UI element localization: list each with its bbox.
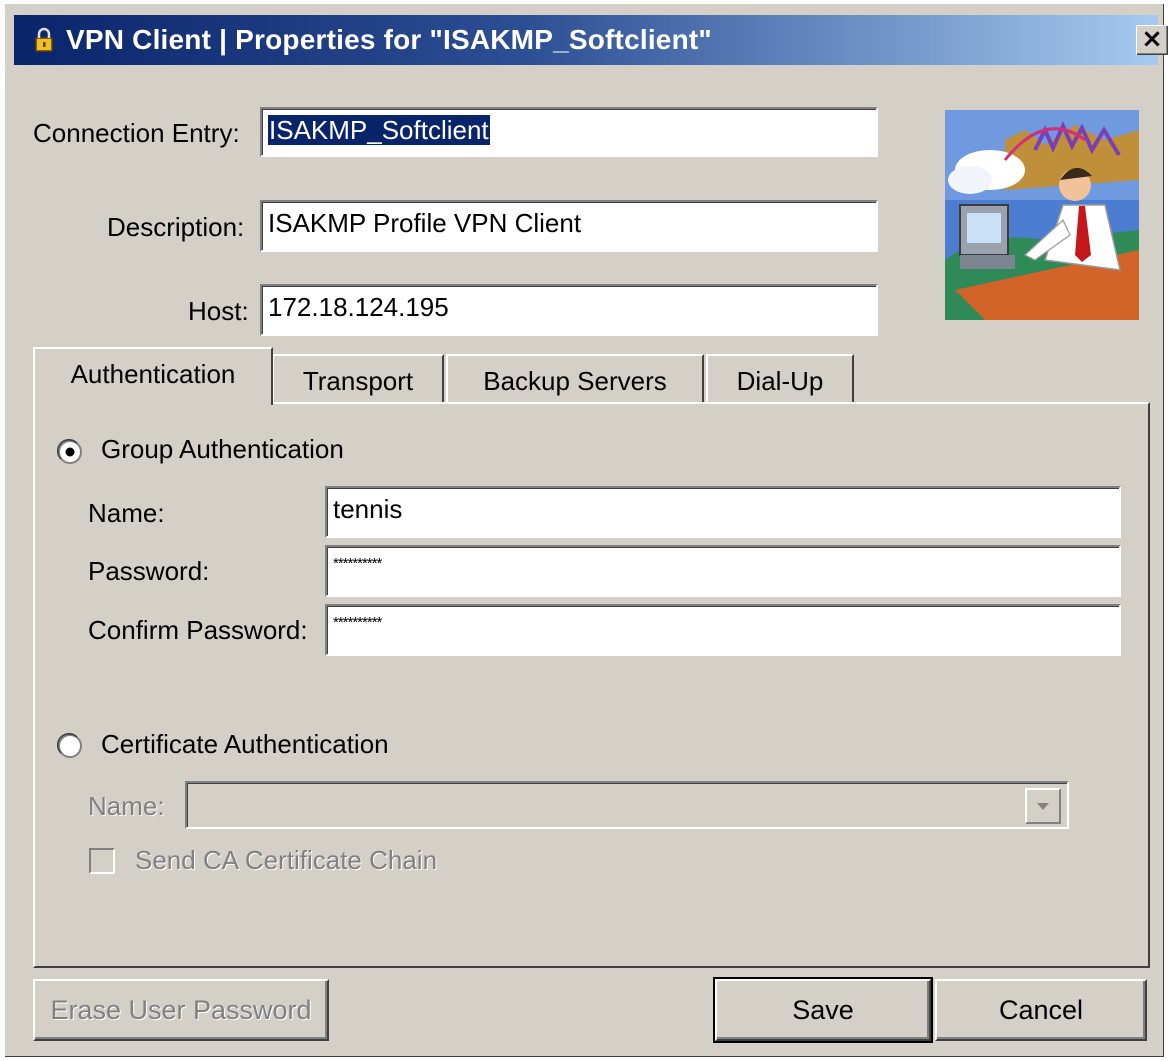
confirm-password-value: ********** <box>333 614 382 631</box>
certificate-auth-radio[interactable] <box>57 733 83 759</box>
tab-dial-up[interactable]: Dial-Up <box>706 354 854 404</box>
connection-entry-input[interactable]: ISAKMP_Softclient <box>260 107 878 157</box>
password-input[interactable]: ********** <box>325 545 1121 597</box>
title-bar[interactable]: VPN Client | Properties for "ISAKMP_Soft… <box>14 15 1168 65</box>
cancel-button[interactable]: Cancel <box>935 979 1147 1041</box>
chevron-down-icon <box>1037 803 1049 810</box>
description-input[interactable]: ISAKMP Profile VPN Client <box>260 200 878 252</box>
save-button[interactable]: Save <box>713 977 933 1043</box>
description-value: ISAKMP Profile VPN Client <box>268 208 582 238</box>
group-auth-label: Group Authentication <box>101 434 344 464</box>
erase-user-password-button[interactable]: Erase User Password <box>33 979 329 1041</box>
tab-authentication-label: Authentication <box>70 359 236 389</box>
group-name-value: tennis <box>333 494 403 524</box>
certificate-name-select[interactable] <box>185 781 1069 829</box>
tab-transport[interactable]: Transport <box>272 354 444 404</box>
confirm-password-input[interactable]: ********** <box>325 604 1121 656</box>
host-label: Host: <box>188 296 249 326</box>
password-value: ********** <box>333 555 382 572</box>
group-name-input[interactable]: tennis <box>325 486 1121 538</box>
send-ca-chain-label: Send CA Certificate Chain <box>135 845 438 875</box>
connection-entry-label: Connection Entry: <box>33 118 240 148</box>
tab-backup-servers[interactable]: Backup Servers <box>446 354 704 404</box>
tab-backup-servers-label: Backup Servers <box>483 366 667 396</box>
tab-dial-up-label: Dial-Up <box>736 366 824 396</box>
tab-transport-label: Transport <box>302 366 414 396</box>
group-name-label: Name: <box>88 498 165 528</box>
confirm-password-label: Confirm Password: <box>88 615 308 645</box>
window-title: VPN Client | Properties for "ISAKMP_Soft… <box>66 24 712 55</box>
connection-entry-value: ISAKMP_Softclient <box>268 115 490 145</box>
certificate-name-dropdown-button[interactable] <box>1025 788 1061 824</box>
man-at-computer-illustration <box>945 110 1139 320</box>
send-ca-chain-checkbox[interactable] <box>89 848 115 874</box>
description-label: Description: <box>107 212 245 242</box>
certificate-name-label: Name: <box>88 791 165 821</box>
close-icon: × <box>1141 24 1163 54</box>
certificate-auth-label: Certificate Authentication <box>101 729 389 759</box>
group-auth-radio[interactable] <box>57 439 83 465</box>
active-tab-joiner <box>35 400 271 406</box>
tab-authentication[interactable]: Authentication <box>33 347 273 405</box>
close-button[interactable]: × <box>1136 25 1168 55</box>
password-label: Password: <box>88 556 210 586</box>
host-value: 172.18.124.195 <box>268 292 449 322</box>
vpn-lock-icon <box>35 27 53 52</box>
host-input[interactable]: 172.18.124.195 <box>260 284 878 336</box>
